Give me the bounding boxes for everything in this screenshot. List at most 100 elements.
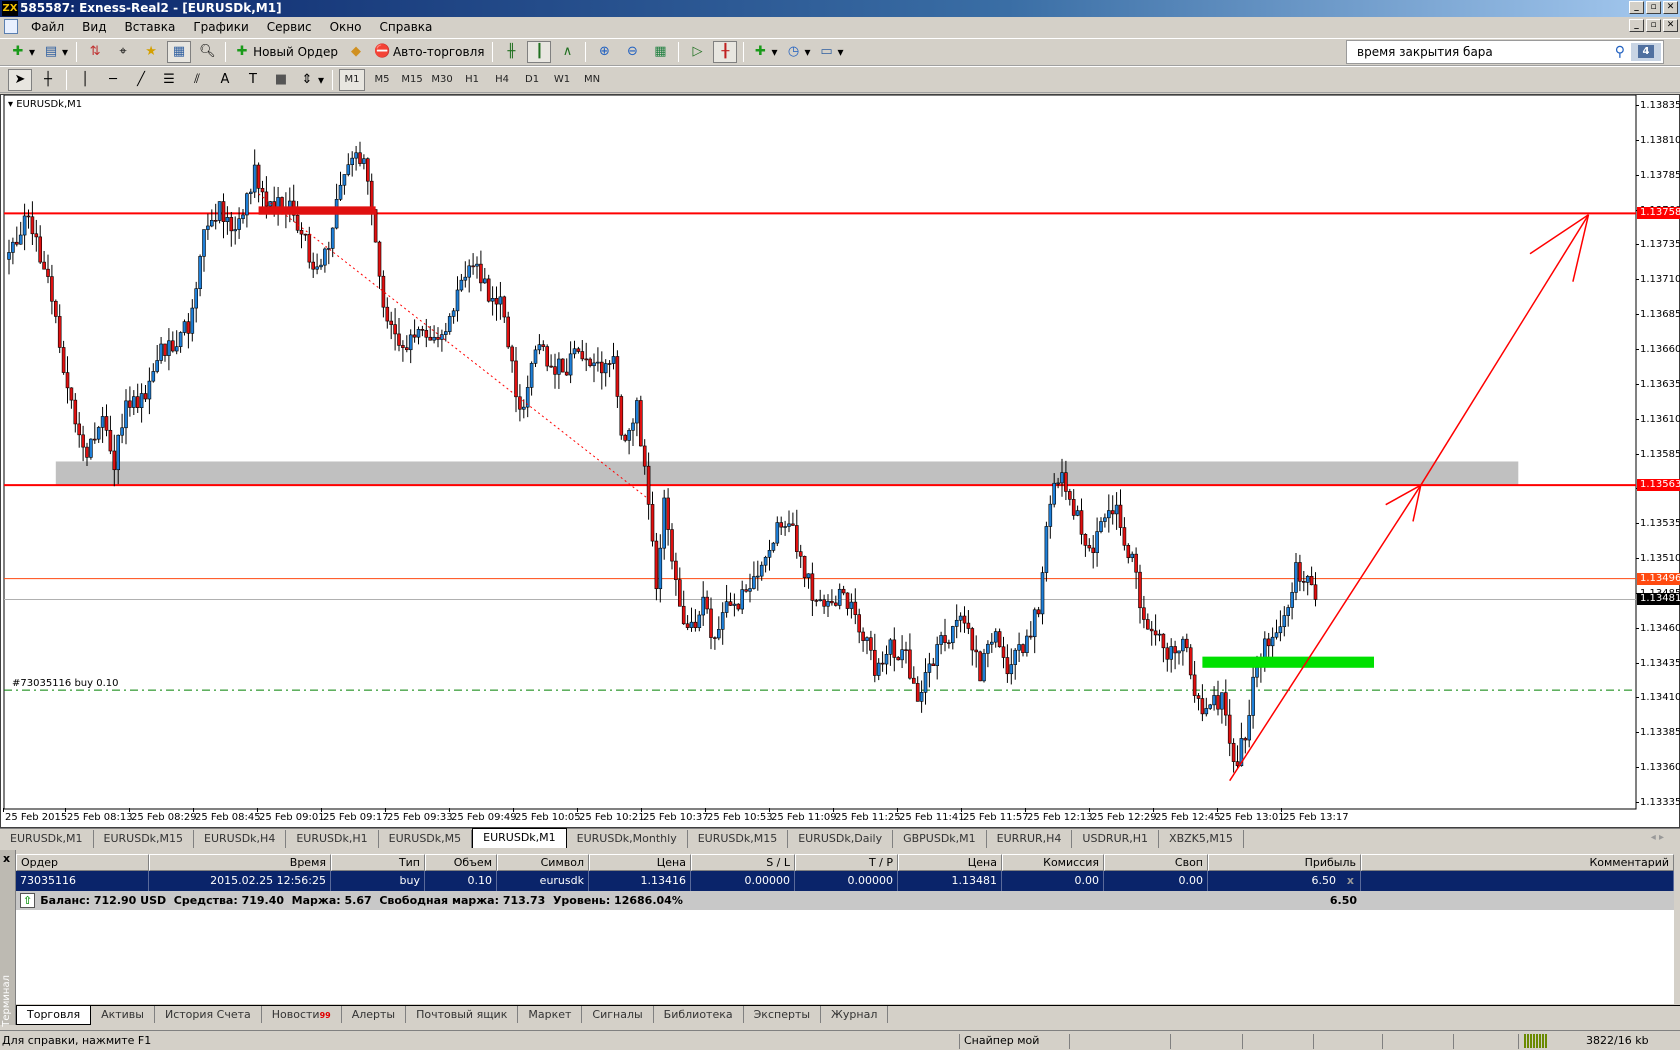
terminal-tab[interactable]: Библиотека	[654, 1006, 744, 1023]
chart-tab[interactable]: XBZK5,M15	[1159, 830, 1244, 848]
terminal-tab[interactable]: Сигналы	[582, 1006, 654, 1023]
periods-button[interactable]: ◷ ▾	[783, 41, 812, 63]
terminal-tab[interactable]: Почтовый ящик	[406, 1006, 519, 1023]
column-header[interactable]: Прибыль	[1208, 854, 1361, 871]
text-label-button[interactable]: T	[241, 69, 265, 91]
menu-insert[interactable]: Вставка	[115, 20, 184, 34]
menu-charts[interactable]: Графики	[184, 20, 257, 34]
channel-button[interactable]: ⫽	[185, 69, 209, 91]
zoom-in-button[interactable]: ⊕	[592, 41, 616, 63]
chart-tab[interactable]: EURUSDk,M1	[0, 830, 94, 848]
indicators-button[interactable]: ✚ ▾	[750, 41, 779, 63]
close-button[interactable]: ✕	[1663, 1, 1678, 14]
close-terminal-icon[interactable]: x	[3, 852, 10, 865]
menu-view[interactable]: Вид	[73, 20, 115, 34]
profiles-button[interactable]: ▤ ▾	[41, 41, 70, 63]
metaeditor-button[interactable]: ◆	[344, 41, 368, 63]
crosshair-button[interactable]: ┼	[36, 69, 60, 91]
trendline-button[interactable]: ╱	[129, 69, 153, 91]
auto-scroll-button[interactable]: ▷	[685, 41, 709, 63]
strategy-tester-button[interactable]: 🔍︎	[195, 41, 219, 63]
tab-scroll-arrows[interactable]: ◂ ▸	[1651, 832, 1664, 843]
bar-chart-button[interactable]: ╫	[499, 41, 523, 63]
maximize-button[interactable]: ▫	[1646, 1, 1661, 14]
tile-windows-button[interactable]: ▦	[648, 41, 672, 63]
chart-tab[interactable]: EURUSDk,H1	[286, 830, 379, 848]
column-header[interactable]: Символ	[497, 854, 589, 871]
fibonacci-button[interactable]: ☰	[157, 69, 181, 91]
chart-tab[interactable]: EURUSDk,M5	[379, 830, 473, 848]
terminal-tab[interactable]: Эксперты	[744, 1006, 822, 1023]
timeframe-m5[interactable]: M5	[369, 69, 395, 91]
messages-badge[interactable]: 4	[1631, 43, 1661, 61]
timeframe-h1[interactable]: H1	[459, 69, 485, 91]
column-header[interactable]: Своп	[1104, 854, 1208, 871]
minimize-button[interactable]: _	[1629, 1, 1644, 14]
cursor-button[interactable]: ➤	[8, 68, 32, 91]
chart-tab[interactable]: EURUSDk,M15	[688, 830, 789, 848]
templates-button[interactable]: ▭ ▾	[817, 41, 846, 63]
column-header[interactable]: Цена	[898, 854, 1002, 871]
auto-trading-button[interactable]: ⛔ Авто-торговля	[372, 41, 487, 63]
timeframe-m1[interactable]: M1	[339, 68, 366, 91]
chart-tab[interactable]: EURUSDk,H4	[194, 830, 287, 848]
timeframe-h4[interactable]: H4	[489, 69, 515, 91]
terminal-tab[interactable]: Новости99	[262, 1006, 342, 1023]
timeframe-mn[interactable]: MN	[579, 69, 605, 91]
chart-tab[interactable]: GBPUSDk,M1	[893, 830, 987, 848]
chart-window[interactable]	[0, 94, 1680, 828]
child-restore-button[interactable]: ▫	[1646, 19, 1661, 32]
terminal-tab[interactable]: Активы	[91, 1006, 155, 1023]
line-chart-button[interactable]: ∧	[555, 41, 579, 63]
column-header[interactable]: Комментарий	[1361, 854, 1674, 871]
chart-shift-button[interactable]: ╂	[713, 41, 738, 63]
chart-tab[interactable]: EURUSDk,M1	[472, 828, 567, 848]
column-header[interactable]: Комиссия	[1002, 854, 1104, 871]
rectangle-button[interactable]: ■	[269, 69, 293, 91]
terminal-tab[interactable]: История Счета	[155, 1006, 262, 1023]
candlestick-button[interactable]: ┃	[527, 41, 552, 63]
new-chart-button[interactable]: ✚ ▾	[8, 41, 37, 63]
terminal-tab[interactable]: Журнал	[821, 1006, 889, 1023]
price-chart[interactable]	[1, 95, 1680, 829]
zoom-out-button[interactable]: ⊖	[620, 41, 644, 63]
new-order-button[interactable]: ✚ Новый Ордер	[232, 41, 340, 63]
terminal-tab[interactable]: Маркет	[518, 1006, 583, 1023]
horizontal-line-button[interactable]: ─	[101, 69, 125, 91]
child-close-button[interactable]: ✕	[1663, 19, 1678, 32]
terminal-tab[interactable]: Торговля	[16, 1006, 92, 1025]
terminal-tab[interactable]: Алерты	[342, 1006, 407, 1023]
menu-window[interactable]: Окно	[321, 20, 371, 34]
table-row[interactable]: 73035116 2015.02.25 12:56:25 buy 0.10 eurusd…	[16, 871, 1674, 891]
chart-tab[interactable]: USDRUR,H1	[1072, 830, 1160, 848]
column-header[interactable]: Тип	[331, 854, 425, 871]
search-icon[interactable]: ⚲	[1615, 44, 1625, 60]
chart-tab[interactable]: EURUSDk,Monthly	[567, 830, 688, 848]
child-minimize-button[interactable]: _	[1629, 19, 1644, 32]
column-header[interactable]: Цена	[589, 854, 691, 871]
navigator-button[interactable]: ★	[139, 41, 163, 63]
column-header[interactable]: T / P	[795, 854, 898, 871]
timeframe-w1[interactable]: W1	[549, 69, 575, 91]
text-button[interactable]: A	[213, 69, 237, 91]
column-header[interactable]: Ордер	[16, 854, 149, 871]
search-input[interactable]: время закрытия бара ⚲ 4	[1346, 40, 1664, 64]
column-header[interactable]: S / L	[691, 854, 795, 871]
menu-file[interactable]: Файл	[22, 20, 73, 34]
timeframe-d1[interactable]: D1	[519, 69, 545, 91]
column-header[interactable]: Объем	[425, 854, 497, 871]
chart-tab[interactable]: EURUSDk,M15	[94, 830, 195, 848]
timeframe-m15[interactable]: M15	[399, 69, 425, 91]
chart-tab[interactable]: EURUSDk,Daily	[788, 830, 894, 848]
vertical-line-button[interactable]: │	[73, 69, 97, 91]
market-watch-button[interactable]: ⇅	[83, 41, 107, 63]
close-order-icon[interactable]: x	[1347, 871, 1354, 891]
chart-tab[interactable]: EURRUR,H4	[987, 830, 1073, 848]
terminal-button[interactable]: ▦	[167, 41, 192, 63]
arrows-button[interactable]: ⇕ ▾	[297, 69, 326, 91]
column-header[interactable]: Время	[149, 854, 331, 871]
menu-help[interactable]: Справка	[371, 20, 442, 34]
document-icon[interactable]	[4, 19, 18, 34]
menu-tools[interactable]: Сервис	[258, 20, 321, 34]
status-profile[interactable]: Снайпер мой	[964, 1031, 1039, 1050]
